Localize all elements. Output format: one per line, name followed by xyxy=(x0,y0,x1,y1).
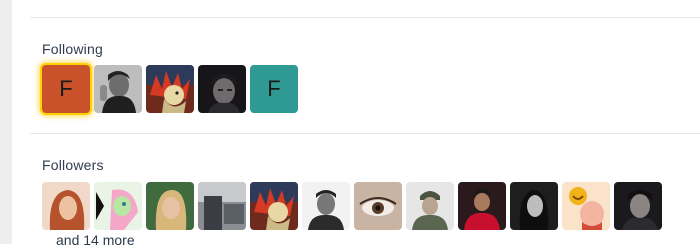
follower-avatar-5[interactable] xyxy=(250,182,298,230)
following-avatar-list: F F xyxy=(42,65,298,113)
eye-closeup-icon xyxy=(354,182,402,230)
follower-avatar-9[interactable] xyxy=(458,182,506,230)
following-avatar-letter-5[interactable]: F xyxy=(250,65,298,113)
dark-portrait-icon xyxy=(614,182,662,230)
follower-avatar-7[interactable] xyxy=(354,182,402,230)
red-hair-portrait-icon xyxy=(42,182,90,230)
follower-avatar-2[interactable] xyxy=(94,182,142,230)
follower-avatar-11[interactable] xyxy=(562,182,610,230)
pony-character-icon xyxy=(94,182,142,230)
street-photo-icon xyxy=(198,182,246,230)
following-avatar-photo-4[interactable] xyxy=(198,65,246,113)
followers-avatar-list xyxy=(42,182,662,230)
follower-avatar-12[interactable] xyxy=(614,182,662,230)
uniform-portrait-icon xyxy=(406,182,454,230)
cartoon-character-icon xyxy=(250,182,298,230)
follower-avatar-6[interactable] xyxy=(302,182,350,230)
bw-portrait-icon xyxy=(302,182,350,230)
followers-title: Followers xyxy=(42,157,104,173)
emoji-character-icon xyxy=(562,182,610,230)
follower-avatar-8[interactable] xyxy=(406,182,454,230)
section-divider xyxy=(30,133,700,134)
follower-avatar-3[interactable] xyxy=(146,182,194,230)
green-portrait-icon xyxy=(146,182,194,230)
followers-more-link[interactable]: and 14 more xyxy=(56,232,135,248)
following-avatar-photo-3[interactable] xyxy=(146,65,194,113)
follower-avatar-4[interactable] xyxy=(198,182,246,230)
follower-avatar-10[interactable] xyxy=(510,182,558,230)
cartoon-character-icon xyxy=(146,65,194,113)
avatar-letter: F xyxy=(267,76,281,101)
bw-woman-portrait-icon xyxy=(510,182,558,230)
avatar-letter: F xyxy=(59,76,73,101)
person-photo-icon xyxy=(94,65,142,113)
football-player-icon xyxy=(458,182,506,230)
following-title: Following xyxy=(42,41,103,57)
follower-avatar-1[interactable] xyxy=(42,182,90,230)
following-avatar-photo-2[interactable] xyxy=(94,65,142,113)
following-avatar-letter-1[interactable]: F xyxy=(42,65,90,113)
left-rail xyxy=(0,0,12,244)
top-divider xyxy=(30,17,700,18)
dark-portrait-icon xyxy=(198,65,246,113)
